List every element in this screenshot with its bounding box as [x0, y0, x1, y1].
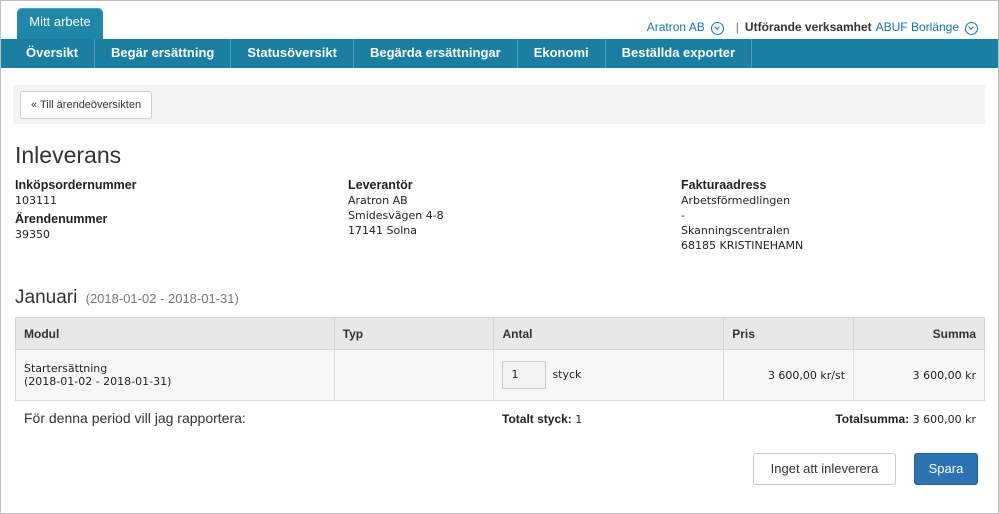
org-label: Utförande verksamhet [744, 20, 872, 34]
invoice-line: Arbetsförmedlingen [681, 194, 791, 207]
save-button[interactable]: Spara [914, 453, 978, 485]
main-nav: Översikt Begär ersättning Statusöversikt… [1, 39, 998, 68]
quantity-cell: 1 styck [493, 349, 725, 401]
module-period: (2018-01-02 - 2018-01-31) [24, 375, 172, 388]
back-to-overview-button[interactable]: « Till ärendeöversikten [20, 91, 153, 119]
tab-mitt-arbete[interactable]: Mitt arbete [17, 8, 103, 39]
account-selector[interactable]: Aratron AB [647, 20, 705, 34]
report-prompt: För denna period vill jag rapportera: [24, 410, 246, 426]
nav-item-begar-ersattning[interactable]: Begär ersättning [95, 39, 232, 68]
total-count-value: 1 [575, 413, 583, 426]
order-details: Inköpsordernummer 103111 Ärendenummer 39… [15, 178, 137, 242]
case-number-value: 39350 [15, 228, 50, 241]
table-row: Startersättning (2018-01-02 - 2018-01-31… [15, 349, 985, 401]
breadcrumb-bar: « Till ärendeöversikten [13, 85, 985, 124]
invoice-address: Fakturaadress Arbetsförmedlingen - Skann… [681, 178, 803, 253]
window-frame [0, 0, 999, 514]
supplier-line: Aratron AB [348, 194, 408, 207]
invoice-line: - [681, 209, 685, 222]
org-selector[interactable]: ABUF Borlänge [876, 20, 959, 34]
column-header-summa: Summa [853, 317, 985, 350]
period-range: (2018-01-02 - 2018-01-31) [85, 291, 239, 306]
quantity-unit: styck [552, 368, 582, 381]
delivery-table: Modul Typ Antal Pris Summa Startersättni… [15, 317, 985, 401]
period-heading: Januari (2018-01-02 - 2018-01-31) [15, 287, 239, 309]
total-sum: Totalsumma: 3 600,00 kr [835, 412, 976, 426]
invoice-line: 68185 KRISTINEHAMN [681, 239, 804, 252]
supplier-label: Leverantör [348, 178, 413, 192]
nav-item-statusoversikt[interactable]: Statusöversikt [231, 39, 354, 68]
price-cell: 3 600,00 kr/st [723, 349, 855, 401]
quantity-input[interactable]: 1 [502, 361, 547, 389]
page-title: Inleverans [15, 142, 122, 168]
case-number-label: Ärendenummer [15, 212, 108, 226]
type-cell [333, 349, 495, 401]
column-header-modul: Modul [15, 317, 335, 350]
invoice-line: Skanningscentralen [681, 224, 790, 237]
nav-item-bestallda-exporter[interactable]: Beställda exporter [606, 39, 753, 68]
invoice-address-label: Fakturaadress [681, 178, 767, 192]
chevron-down-icon[interactable] [710, 21, 724, 35]
total-count-label: Totalt styck: [502, 412, 572, 426]
column-header-antal: Antal [493, 317, 725, 350]
order-number-value: 103111 [15, 194, 57, 207]
supplier-line: 17141 Solna [348, 224, 417, 237]
module-name: Startersättning [24, 362, 108, 375]
column-header-pris: Pris [723, 317, 855, 350]
nav-item-ekonomi[interactable]: Ekonomi [518, 39, 606, 68]
supplier-details: Leverantör Aratron AB Smidesvägen 4-8 17… [348, 178, 444, 238]
nav-item-oversikt[interactable]: Översikt [1, 39, 96, 68]
module-cell: Startersättning (2018-01-02 - 2018-01-31… [15, 349, 335, 401]
header-account-area: Aratron AB | Utförande verksamhet ABUF B… [647, 20, 978, 35]
total-sum-value: 3 600,00 kr [912, 413, 976, 426]
supplier-line: Smidesvägen 4-8 [348, 209, 444, 222]
total-count: Totalt styck: 1 [502, 412, 582, 426]
nav-item-begarda-ersattningar[interactable]: Begärda ersättningar [354, 39, 518, 68]
chevron-down-icon[interactable] [965, 21, 978, 35]
period-title: Januari [15, 287, 78, 308]
order-number-label: Inköpsordernummer [15, 178, 137, 192]
table-header-row: Modul Typ Antal Pris Summa [15, 317, 985, 350]
column-header-typ: Typ [333, 317, 495, 350]
total-sum-label: Totalsumma: [835, 412, 910, 426]
nothing-to-deliver-button[interactable]: Inget att inleverera [753, 453, 896, 485]
divider: | [735, 20, 739, 34]
sum-cell: 3 600,00 kr [853, 349, 985, 401]
